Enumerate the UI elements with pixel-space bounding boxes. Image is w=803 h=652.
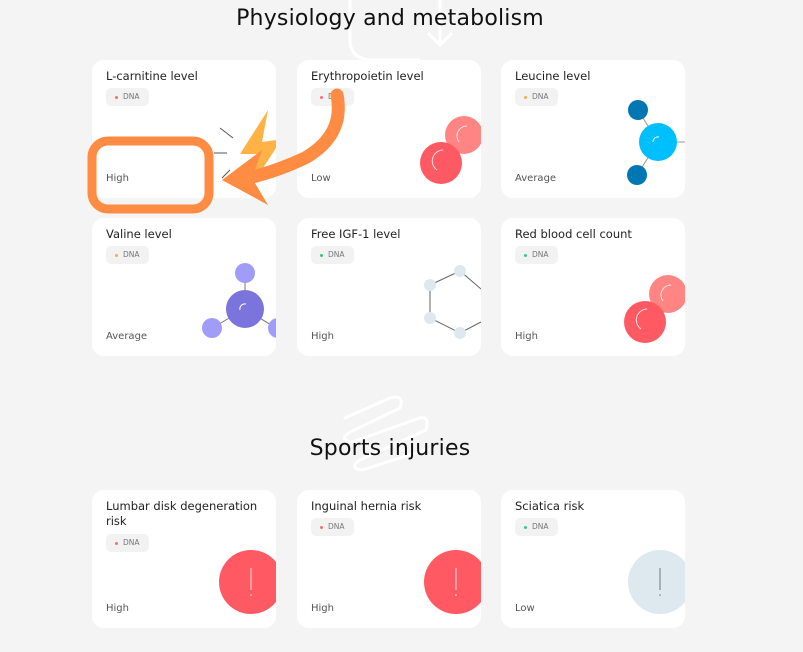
card-title: Sciatica risk <box>515 499 585 513</box>
card-title: Red blood cell count <box>515 227 632 241</box>
card-title: Inguinal hernia risk <box>311 499 422 513</box>
card-sciatica[interactable]: Sciatica risk DNA Low <box>501 490 685 628</box>
card-inguinal-hernia[interactable]: Inguinal hernia risk DNA High <box>297 490 481 628</box>
badge-dot-icon <box>524 525 527 529</box>
card-valine[interactable]: Valine level DNA Average <box>92 218 276 356</box>
card-lumbar-disk-degeneration[interactable]: Lumbar disk degeneration risk DNA High <box>92 490 276 628</box>
card-title: Valine level <box>106 227 172 241</box>
dna-badge: DNA <box>106 88 149 106</box>
card-title: Erythropoietin level <box>311 69 424 83</box>
level-label: Average <box>515 173 557 184</box>
card-erythropoietin[interactable]: Erythropoietin level DNA Low <box>297 60 481 198</box>
dna-badge: DNA <box>515 246 558 264</box>
badge-dot-icon <box>115 541 118 545</box>
dna-badge: DNA <box>106 534 149 552</box>
badge-dot-icon <box>320 253 323 257</box>
card-l-carnitine[interactable]: L-carnitine level DNA High <box>92 60 276 198</box>
badge-dot-icon <box>320 525 323 529</box>
level-label: High <box>106 603 129 614</box>
card-free-igf-1[interactable]: Free IGF-1 level DNA High <box>297 218 481 356</box>
dna-badge: DNA <box>311 246 354 264</box>
dna-badge: DNA <box>311 88 354 106</box>
badge-dot-icon <box>115 253 118 257</box>
level-label: High <box>106 173 129 184</box>
section-title-physiology: Physiology and metabolism <box>236 6 544 31</box>
level-label: Low <box>515 603 535 614</box>
badge-dot-icon <box>524 95 527 99</box>
card-leucine[interactable]: Leucine level DNA Average <box>501 60 685 198</box>
level-label: High <box>311 331 334 342</box>
level-label: Average <box>106 331 148 342</box>
section-title-sports-injuries: Sports injuries <box>309 436 471 461</box>
dna-badge: DNA <box>106 246 149 264</box>
card-title: L-carnitine level <box>106 69 198 83</box>
level-label: High <box>515 331 538 342</box>
card-red-blood-cell-count[interactable]: Red blood cell count DNA High <box>501 218 685 356</box>
level-label: Low <box>311 173 331 184</box>
card-title: Free IGF-1 level <box>311 227 401 241</box>
badge-dot-icon <box>524 253 527 257</box>
dna-badge: DNA <box>515 88 558 106</box>
badge-dot-icon <box>115 95 118 99</box>
level-label: High <box>311 603 334 614</box>
card-title: Leucine level <box>515 69 591 83</box>
dna-badge: DNA <box>515 518 558 536</box>
dna-badge: DNA <box>311 518 354 536</box>
card-title: Lumbar disk degeneration risk <box>106 499 258 528</box>
badge-dot-icon <box>320 95 323 99</box>
